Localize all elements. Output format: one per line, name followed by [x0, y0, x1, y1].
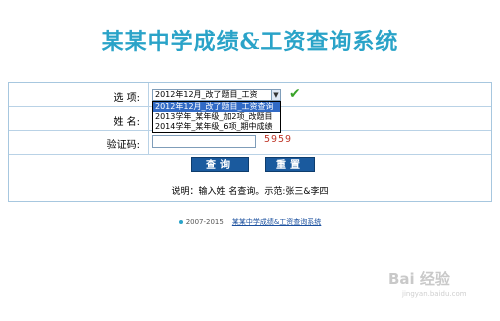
- copyright-text: 2007-2015: [185, 218, 224, 226]
- dropdown-option[interactable]: 2013学年_某年级_加2项_改题目: [153, 112, 280, 122]
- captcha-code: 5959: [264, 134, 293, 145]
- query-button[interactable]: 查询: [191, 157, 249, 172]
- option-dropdown-list: 2012年12月_改了题目_工资查询 2013学年_某年级_加2项_改题目 20…: [152, 101, 281, 133]
- option-label: 选 项:: [113, 93, 140, 104]
- reset-button[interactable]: 重置: [265, 157, 315, 172]
- captcha-input[interactable]: [152, 135, 256, 148]
- column-divider: [148, 83, 149, 154]
- baidu-watermark: Bai 经验 jingyan.baidu.com: [388, 268, 488, 304]
- query-form: 选 项: 2012年12月_改了题目_工资 ▼ ✔ 2012年12月_改了题目_…: [8, 82, 492, 202]
- checkmark-icon: ✔: [289, 86, 301, 102]
- dropdown-option[interactable]: 2014学年_某年级_6项_期中成绩: [153, 122, 280, 132]
- watermark-logo: Bai 经验: [388, 270, 450, 288]
- option-select[interactable]: 2012年12月_改了题目_工资: [152, 89, 272, 101]
- bullet-icon: [178, 220, 183, 224]
- row-divider: [9, 154, 491, 155]
- footer-link[interactable]: 某某中学成绩&工资查询系统: [232, 218, 321, 226]
- instructions-note: 说明：输入姓 名查询。示范:张三&李四: [171, 187, 329, 197]
- name-label: 姓 名:: [113, 117, 140, 128]
- page-title: 某某中学成绩&工资查询系统: [101, 29, 399, 55]
- watermark-url: jingyan.baidu.com: [402, 290, 467, 298]
- dropdown-option[interactable]: 2012年12月_改了题目_工资查询: [153, 102, 280, 112]
- footer: 2007-2015 某某中学成绩&工资查询系统: [0, 217, 500, 227]
- chevron-down-icon[interactable]: ▼: [271, 89, 281, 101]
- captcha-label: 验证码:: [106, 140, 140, 151]
